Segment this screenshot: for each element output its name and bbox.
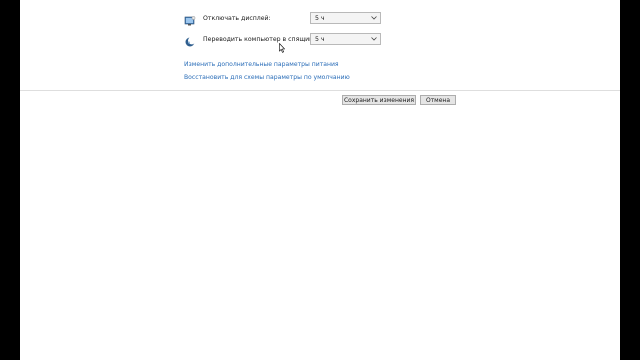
power-plan-settings-window: Отключать дисплей: 5 ч Переводить компью…: [20, 0, 620, 360]
divider: [20, 90, 620, 91]
save-changes-button[interactable]: Сохранить изменения: [342, 95, 416, 105]
sleep-value: 5 ч: [315, 35, 325, 43]
restore-defaults-link[interactable]: Восстановить для схемы параметры по умол…: [184, 74, 350, 81]
turn-off-display-row: Отключать дисплей:: [184, 11, 271, 26]
monitor-icon: [184, 12, 196, 26]
chevron-down-icon: [370, 35, 378, 43]
cancel-button[interactable]: Отмена: [420, 95, 456, 105]
moon-sleep-icon: [184, 33, 196, 47]
turn-off-display-label: Отключать дисплей:: [203, 14, 271, 22]
mouse-pointer-icon: [279, 38, 286, 53]
turn-off-display-value: 5 ч: [315, 14, 325, 22]
chevron-down-icon: [370, 14, 378, 22]
turn-off-display-dropdown[interactable]: 5 ч: [310, 12, 381, 24]
sleep-dropdown[interactable]: 5 ч: [310, 33, 381, 45]
advanced-power-settings-link[interactable]: Изменить дополнительные параметры питани…: [184, 61, 339, 68]
